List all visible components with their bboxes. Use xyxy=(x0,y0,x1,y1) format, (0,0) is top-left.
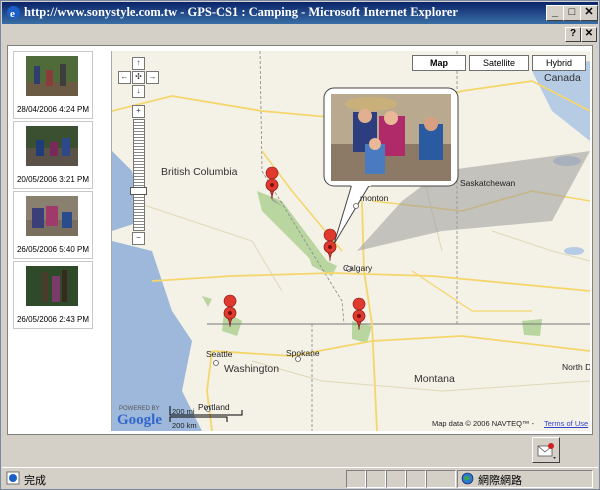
dialog-bar: ? ✕ xyxy=(2,25,598,45)
photo-date: 20/05/2006 3:21 PM xyxy=(16,175,90,184)
title-bar: e http://www.sonystyle.com.tw - GPS-CS1 … xyxy=(2,2,598,24)
zoom-slider-handle[interactable] xyxy=(130,187,147,195)
label-washington: Washington xyxy=(224,363,280,375)
close-button[interactable]: ✕ xyxy=(580,5,598,21)
label-canada: Canada xyxy=(544,72,581,84)
window-title: http://www.sonystyle.com.tw - GPS-CS1 : … xyxy=(24,5,458,19)
status-cell xyxy=(346,470,366,488)
label-calgary: Calgary xyxy=(343,263,373,273)
camping-photo-thumbnail xyxy=(26,126,78,166)
camping-photo-thumbnail xyxy=(26,56,78,96)
status-cell xyxy=(386,470,406,488)
pan-center-icon[interactable]: ✣ xyxy=(132,71,145,84)
label-north-d: North D xyxy=(562,362,590,372)
dialog-close-button[interactable]: ✕ xyxy=(581,27,597,42)
maximize-button[interactable]: □ xyxy=(563,5,581,21)
photo-thumbnail-list: 28/04/2006 4:24 PM 20/05/2006 3:21 PM 26… xyxy=(13,51,93,429)
map-attribution: Map data © 2006 NAVTEQ™ - xyxy=(432,419,535,428)
zoom-slider-track[interactable] xyxy=(133,119,145,231)
label-montana: Montana xyxy=(414,373,455,385)
status-cell xyxy=(426,470,456,488)
internet-globe-icon xyxy=(461,472,474,485)
map-marker[interactable] xyxy=(323,228,337,262)
mail-button[interactable] xyxy=(532,437,560,463)
help-button[interactable]: ? xyxy=(565,27,581,42)
label-edmonton: monton xyxy=(360,193,389,203)
bottom-panel xyxy=(2,435,598,465)
map-type-satellite[interactable]: Satellite xyxy=(469,55,529,71)
ie-window: e http://www.sonystyle.com.tw - GPS-CS1 … xyxy=(0,0,600,490)
label-british: British Columbia xyxy=(161,166,238,178)
status-cell xyxy=(406,470,426,488)
photo-thumbnail[interactable]: 20/05/2006 3:21 PM xyxy=(13,121,93,189)
label-spokane: Spokane xyxy=(286,348,320,358)
label-seattle: Seattle xyxy=(206,349,233,359)
map-type-map[interactable]: Map xyxy=(412,55,466,71)
status-cell xyxy=(366,470,386,488)
svg-text:e: e xyxy=(10,8,15,20)
page-icon xyxy=(6,471,20,485)
camping-photo-thumbnail xyxy=(26,196,78,236)
status-bar: 完成 網際網路 xyxy=(2,467,598,489)
photo-date: 26/05/2006 2:43 PM xyxy=(16,315,90,324)
camping-photo-thumbnail xyxy=(26,266,78,306)
pan-left-icon[interactable]: ← xyxy=(118,71,131,84)
photo-date: 28/04/2006 4:24 PM xyxy=(16,105,90,114)
zoom-in-icon[interactable]: + xyxy=(132,105,145,118)
label-portland: Portland xyxy=(198,402,230,412)
photo-thumbnail[interactable]: 26/05/2006 2:43 PM xyxy=(13,261,93,329)
google-logo[interactable]: Google xyxy=(117,412,162,429)
email-icon xyxy=(537,443,556,459)
terms-of-use-link[interactable]: Terms of Use xyxy=(544,419,588,428)
status-text: 完成 xyxy=(24,475,46,487)
pan-right-icon[interactable]: → xyxy=(146,71,159,84)
photo-thumbnail[interactable]: 26/05/2006 5:40 PM xyxy=(13,191,93,259)
callout-photo[interactable] xyxy=(331,94,451,181)
label-saskatchewan: Saskatchewan xyxy=(460,178,516,188)
pan-down-icon[interactable]: ↓ xyxy=(132,85,145,98)
minimize-button[interactable]: _ xyxy=(546,5,564,21)
scale-km: 200 km xyxy=(172,421,197,430)
scale-miles: 200 mi xyxy=(172,407,195,416)
photo-thumbnail[interactable]: 28/04/2006 4:24 PM xyxy=(13,51,93,119)
map-type-hybrid[interactable]: Hybrid xyxy=(532,55,586,71)
zone-text: 網際網路 xyxy=(478,475,522,487)
ie-logo-icon: e xyxy=(7,6,20,20)
zoom-out-icon[interactable]: − xyxy=(132,232,145,245)
map-view[interactable]: Map Satellite Hybrid ↑ ← ✣ → ↓ + − Canad… xyxy=(111,51,590,431)
photo-date: 26/05/2006 5:40 PM xyxy=(16,245,90,254)
security-zone: 網際網路 xyxy=(457,470,593,488)
pan-up-icon[interactable]: ↑ xyxy=(132,57,145,70)
